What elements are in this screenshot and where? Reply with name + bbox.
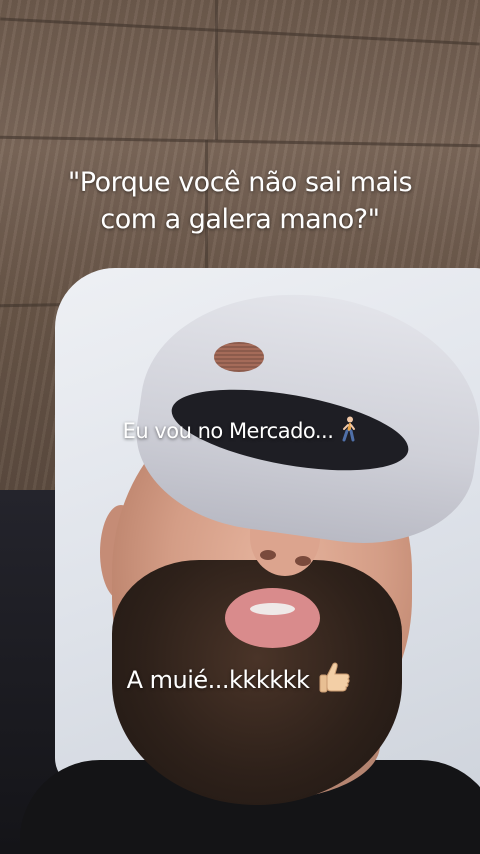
story-photo: "Porque você não sai mais com a galera m… <box>0 0 480 854</box>
caption-market: Eu vou no Mercado... <box>0 416 480 445</box>
thumbs-up-icon <box>317 660 353 696</box>
walking-person-icon <box>341 416 357 442</box>
caption-market-text: Eu vou no Mercado... <box>122 419 334 443</box>
caption-question-line2: com a galera mano?" <box>100 204 380 235</box>
mouth <box>225 588 320 648</box>
caption-question-line1: "Porque você não sai mais <box>67 167 413 198</box>
caption-wife-text: A muié...kkkkkk <box>126 666 310 694</box>
caption-question: "Porque você não sai mais com a galera m… <box>0 164 480 238</box>
cap-logo <box>214 342 264 372</box>
caption-wife: A muié...kkkkkk <box>0 660 480 696</box>
